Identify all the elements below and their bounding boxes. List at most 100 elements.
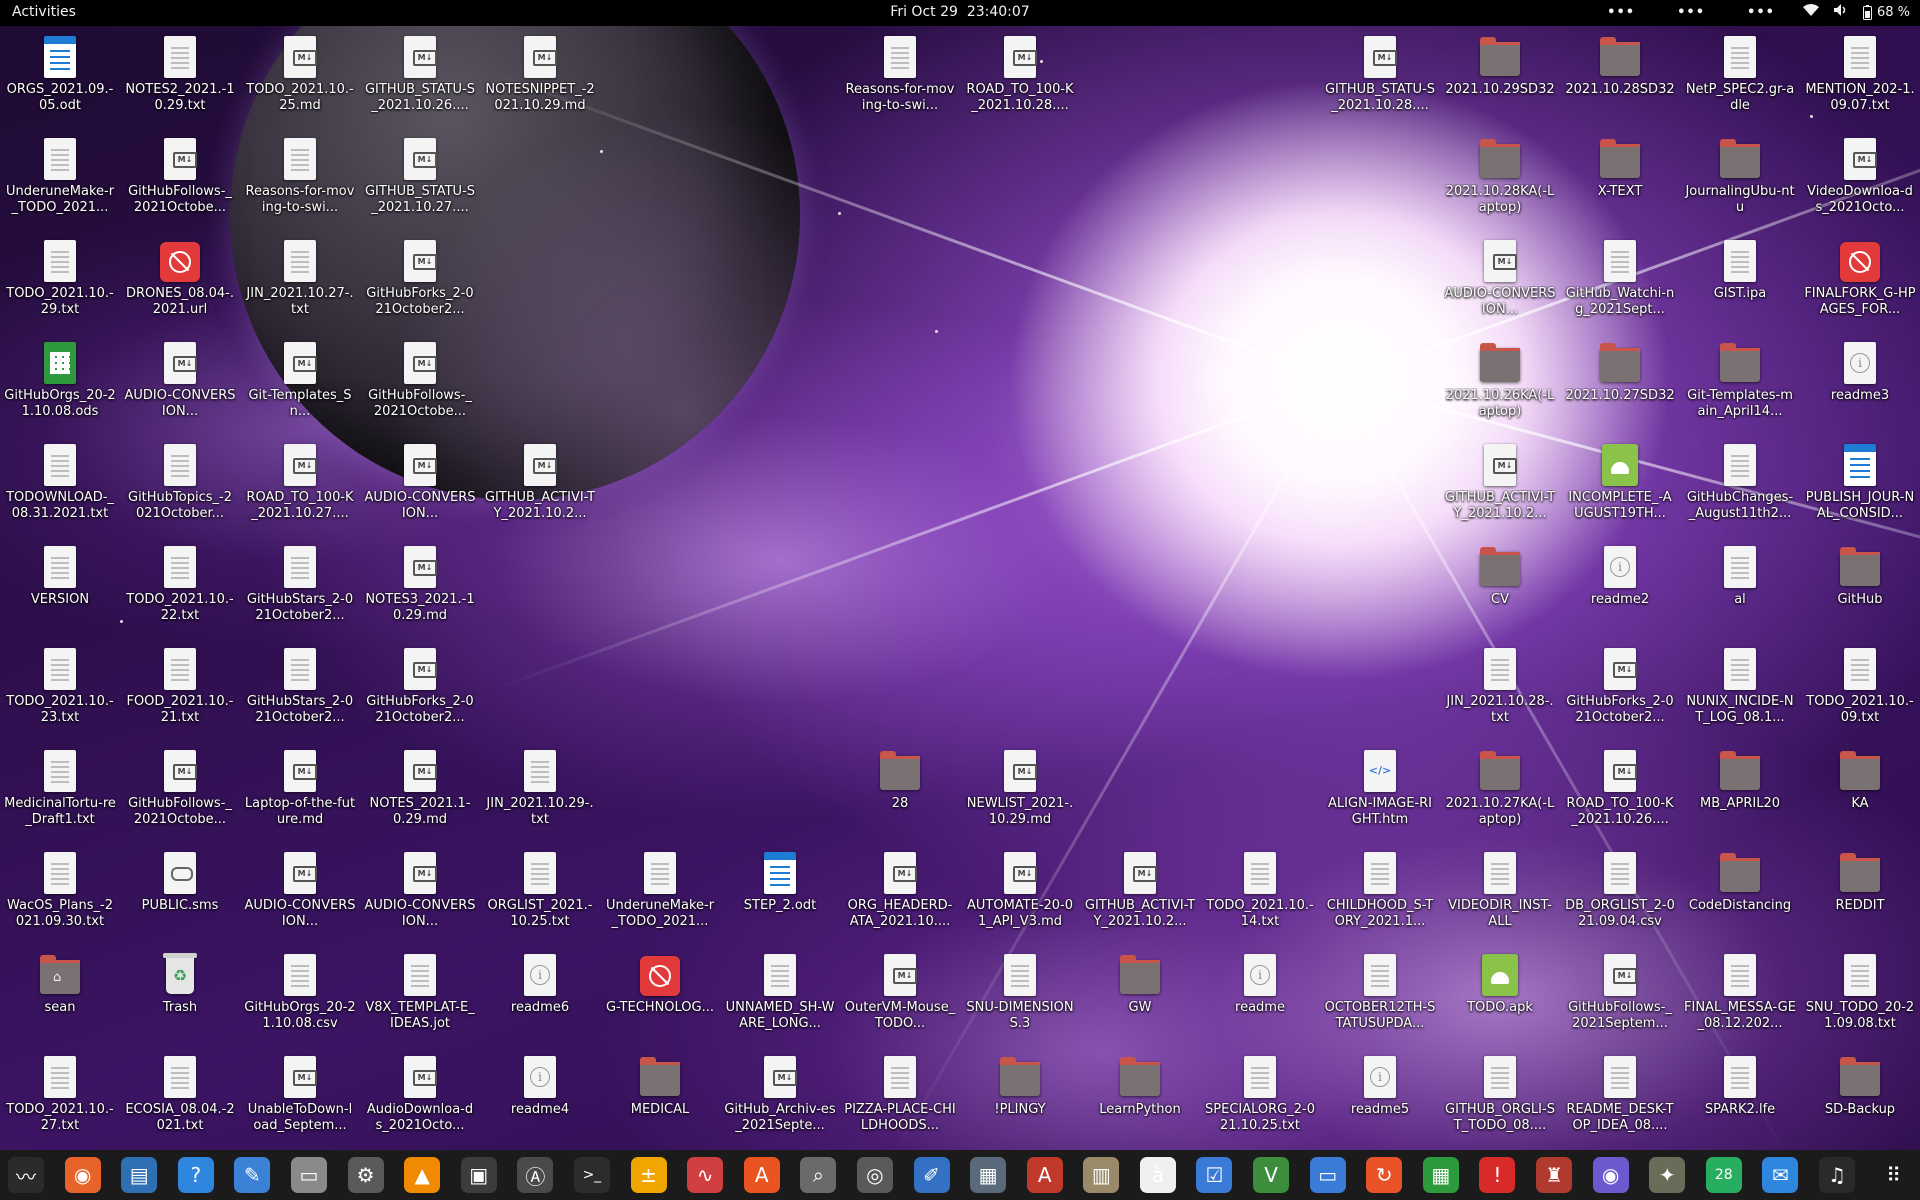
desktop-icon-readme4[interactable]: readme4 xyxy=(484,1050,596,1118)
desktop-icon-plingy[interactable]: !PLINGY xyxy=(964,1050,1076,1118)
desktop-icon-orgs-2021-09-05-odt[interactable]: ORGS_2021.09.-05.odt xyxy=(4,30,116,114)
desktop-icon-road-to-100-k-2021-10-26[interactable]: M↓ ROAD_TO_100-K_2021.10.26.... xyxy=(1564,744,1676,828)
desktop-icon-underunemake-r-todo-2021[interactable]: UnderuneMake-r_TODO_2021... xyxy=(604,846,716,930)
desktop-icon-align-image-right-htm[interactable]: </> ALIGN-IMAGE-RIGHT.htm xyxy=(1324,744,1436,828)
dock-disks-icon[interactable]: ◎ xyxy=(856,1157,893,1193)
desktop-icon-snu-todo-20-21-09-08-txt[interactable]: SNU_TODO_20-21.09.08.txt xyxy=(1804,948,1916,1032)
dock-firefox-icon[interactable]: ◉ xyxy=(64,1157,101,1193)
dock-remote-desktop-icon[interactable]: ▭ xyxy=(1309,1157,1346,1193)
dock-backup-icon[interactable]: ↻ xyxy=(1366,1157,1403,1193)
desktop-icon-2021-10-26ka-laptop[interactable]: 2021.10.26KA(-Laptop) xyxy=(1444,336,1556,420)
desktop-icon-medical[interactable]: MEDICAL xyxy=(604,1050,716,1118)
desktop-icon-readme-desk-top-idea-08[interactable]: README_DESK-TOP_IDEA_08.... xyxy=(1564,1050,1676,1134)
desktop-icon-specialorg-2-021-10-25-txt[interactable]: SPECIALORG_2-021.10.25.txt xyxy=(1204,1050,1316,1134)
dock-system-monitor-icon[interactable]: 〰 xyxy=(8,1157,44,1193)
desktop-icon-cv[interactable]: CV xyxy=(1444,540,1556,608)
desktop-icon-todo-2021-10-25-md[interactable]: M↓ TODO_2021.10.-25.md xyxy=(244,30,356,114)
dock-calendar-icon[interactable]: 28 xyxy=(1705,1157,1742,1193)
desktop-icon-unabletodown-load-septem[interactable]: M↓ UnableToDown-load_Septem... xyxy=(244,1050,356,1134)
dock-warning-icon[interactable]: ! xyxy=(1479,1157,1516,1193)
desktop-icon-2021-10-27sd32[interactable]: 2021.10.27SD32 xyxy=(1564,336,1676,404)
desktop-icon-spark2-lfe[interactable]: SPARK2.lfe xyxy=(1684,1050,1796,1118)
desktop-icon-github-activi-ty-2021-10-2[interactable]: M↓ GITHUB_ACTIVI-TY_2021.10.2... xyxy=(1084,846,1196,930)
desktop-icon-reddit[interactable]: REDDIT xyxy=(1804,846,1916,914)
desktop-icon-todo-2021-10-09-txt[interactable]: TODO_2021.10.-09.txt xyxy=(1804,642,1916,726)
desktop-icon-28[interactable]: 28 xyxy=(844,744,956,812)
desktop-icon-x-text[interactable]: X-TEXT xyxy=(1564,132,1676,200)
desktop-icon-outervm-mouse-todo[interactable]: M↓ OuterVM-Mouse_TODO... xyxy=(844,948,956,1032)
desktop-icon-github-statu-s-2021-10-26[interactable]: M↓ GITHUB_STATU-S_2021.10.26.... xyxy=(364,30,476,114)
desktop-icon-al[interactable]: al xyxy=(1684,540,1796,608)
dock-settings-icon[interactable]: ⚙ xyxy=(347,1157,384,1193)
desktop-icon-journalingubu-ntu[interactable]: JournalingUbu-ntu xyxy=(1684,132,1796,216)
system-tray[interactable]: ••• ••• ••• 68 % xyxy=(1593,3,1910,21)
desktop-icon-automate-20-01-api-v3-md[interactable]: M↓ AUTOMATE-20-01_API_V3.md xyxy=(964,846,1076,930)
desktop-icon-audio-conversion[interactable]: M↓ AUDIO-CONVERSION... xyxy=(364,438,476,522)
dock-vim-icon[interactable]: V xyxy=(1253,1157,1290,1193)
desktop-icon-github-statu-s-2021-10-27[interactable]: M↓ GITHUB_STATU-S_2021.10.27.... xyxy=(364,132,476,216)
desktop-icon-github-statu-s-2021-10-28[interactable]: M↓ GITHUB_STATU-S_2021.10.28.... xyxy=(1324,30,1436,114)
desktop-icon-gist-ipa[interactable]: GIST.ipa xyxy=(1684,234,1796,302)
desktop-icon-v8x-templat-e-ideas-jot[interactable]: V8X_TEMPLAT-E_IDEAS.jot xyxy=(364,948,476,1032)
desktop-icon-final-messa-ge-08-12-202[interactable]: FINAL_MESSA-GE_08.12.202... xyxy=(1684,948,1796,1032)
desktop-icon-ecosia-08-04-2021-txt[interactable]: ECOSIA_08.04.-2021.txt xyxy=(124,1050,236,1134)
dock-character-map-icon[interactable]: à xyxy=(1139,1157,1176,1193)
desktop-icon-todo-2021-10-23-txt[interactable]: TODO_2021.10.-23.txt xyxy=(4,642,116,726)
dock-game-icon[interactable]: ♜ xyxy=(1536,1157,1573,1193)
dock-software-updater-icon[interactable]: Ⓐ xyxy=(517,1157,554,1193)
desktop-icon-org-headerd-ata-2021-10[interactable]: M↓ ORG_HEADERD-ATA_2021.10.... xyxy=(844,846,956,930)
dock-graph-icon[interactable]: ∿ xyxy=(687,1157,724,1193)
dock-terminal-green-icon[interactable]: ▣ xyxy=(460,1157,497,1193)
desktop-icon-food-2021-10-21-txt[interactable]: FOOD_2021.10.-21.txt xyxy=(124,642,236,726)
desktop-icon-readme2[interactable]: readme2 xyxy=(1564,540,1676,608)
dock-drawing-icon[interactable]: ✐ xyxy=(913,1157,950,1193)
desktop-icon-childhood-s-tory-2021-1[interactable]: CHILDHOOD_S-TORY_2021.1... xyxy=(1324,846,1436,930)
desktop-icon-orglist-2021-10-25-txt[interactable]: ORGLIST_2021.-10.25.txt xyxy=(484,846,596,930)
desktop-icon-readme6[interactable]: readme6 xyxy=(484,948,596,1016)
desktop-icon-drones-08-04-2021-url[interactable]: DRONES_08.04-.2021.url xyxy=(124,234,236,318)
desktop-icon-pizza-place-childhoods[interactable]: PIZZA-PLACE-CHILDHOODS... xyxy=(844,1050,956,1134)
desktop-icon-step-2-odt[interactable]: STEP_2.odt xyxy=(724,846,836,914)
desktop-icon-audiodownloa-ds-2021octo[interactable]: M↓ AudioDownloa-ds_2021Octo... xyxy=(364,1050,476,1134)
desktop-icon-github-activi-ty-2021-10-2[interactable]: M↓ GITHUB_ACTIVI-TY_2021.10.2... xyxy=(484,438,596,522)
dock-files-icon[interactable]: ▭ xyxy=(290,1157,327,1193)
desktop-icon-githubfollows-2021septem[interactable]: M↓ GitHubFollows-_2021Septem... xyxy=(1564,948,1676,1032)
desktop-icon-nunix-incide-nt-log-08-1[interactable]: NUNIX_INCIDE-NT_LOG_08.1... xyxy=(1684,642,1796,726)
desktop-icon-mb-april20[interactable]: MB_APRIL20 xyxy=(1684,744,1796,812)
desktop-icon-netp-spec2-gr-adle[interactable]: NetP_SPEC2.gr-adle xyxy=(1684,30,1796,114)
dock-text-editor-icon[interactable]: ✎ xyxy=(234,1157,271,1193)
desktop-icon-newlist-2021-10-29-md[interactable]: M↓ NEWLIST_2021-.10.29.md xyxy=(964,744,1076,828)
desktop-icon-medicinaltortu-re-draft1-txt[interactable]: MedicinalTortu-re_Draft1.txt xyxy=(4,744,116,828)
indicator-menu-3[interactable]: ••• xyxy=(1733,5,1789,20)
desktop-icon-reasons-for-moving-to-swi[interactable]: Reasons-for-moving-to-swi... xyxy=(844,30,956,114)
desktop-icon-jin-2021-10-28-txt[interactable]: JIN_2021.10.28-.txt xyxy=(1444,642,1556,726)
desktop-icon-snu-dimensions-3[interactable]: SNU-DIMENSIONS.3 xyxy=(964,948,1076,1032)
desktop-icon-finalfork-g-hpages-for[interactable]: FINALFORK_G-HPAGES_FOR... xyxy=(1804,234,1916,318)
dock-thunderbird-icon[interactable]: ✉ xyxy=(1762,1157,1799,1193)
indicator-menu-2[interactable]: ••• xyxy=(1663,5,1719,20)
desktop-icon-october12th-statusupda[interactable]: OCTOBER12TH-STATUSUPDA... xyxy=(1324,948,1436,1032)
desktop-icon-wacos-plans-2021-09-30-txt[interactable]: WacOS_Plans_-2021.09.30.txt xyxy=(4,846,116,930)
desktop-icon-githubfollows-2021octobe[interactable]: M↓ GitHubFollows-_2021Octobe... xyxy=(124,744,236,828)
desktop-icon-sd-backup[interactable]: SD-Backup xyxy=(1804,1050,1916,1118)
desktop-icon-git-templates-main-april14[interactable]: Git-Templates-main_April14... xyxy=(1684,336,1796,420)
desktop-icon-unnamed-sh-ware-long[interactable]: UNNAMED_SH-WARE_LONG... xyxy=(724,948,836,1032)
desktop-icon-notesnippet-2021-10-29-md[interactable]: M↓ NOTESNIPPET_-2021.10.29.md xyxy=(484,30,596,114)
desktop-icon-underunemake-r-todo-2021[interactable]: UnderuneMake-r_TODO_2021... xyxy=(4,132,116,216)
desktop-icon-version[interactable]: VERSION xyxy=(4,540,116,608)
desktop-icon-2021-10-28sd32[interactable]: 2021.10.28SD32 xyxy=(1564,30,1676,98)
desktop-icon-todo-2021-10-22-txt[interactable]: TODO_2021.10.-22.txt xyxy=(124,540,236,624)
volume-icon[interactable] xyxy=(1833,3,1849,21)
battery-indicator[interactable]: 68 % xyxy=(1862,4,1910,20)
desktop-icon-trash[interactable]: Trash xyxy=(124,948,236,1016)
desktop-icon-githubforks-2-021october2[interactable]: M↓ GitHubForks_2-021October2... xyxy=(364,642,476,726)
desktop-icon-audio-conversion[interactable]: M↓ AUDIO-CONVERSION... xyxy=(364,846,476,930)
indicator-menu-1[interactable]: ••• xyxy=(1593,5,1649,20)
desktop-icon-jin-2021-10-27-txt[interactable]: JIN_2021.10.27-.txt xyxy=(244,234,356,318)
dock-calculator-icon[interactable]: ± xyxy=(630,1157,667,1193)
desktop-icon-todo-2021-10-14-txt[interactable]: TODO_2021.10.-14.txt xyxy=(1204,846,1316,930)
desktop-icon-learnpython[interactable]: LearnPython xyxy=(1084,1050,1196,1118)
dock-app-store-icon[interactable]: A xyxy=(743,1157,780,1193)
desktop-icon-githubforks-2-021october2[interactable]: M↓ GitHubForks_2-021October2... xyxy=(364,234,476,318)
desktop-icon-githubchanges-august11th2[interactable]: GitHubChanges-_August11th2... xyxy=(1684,438,1796,522)
